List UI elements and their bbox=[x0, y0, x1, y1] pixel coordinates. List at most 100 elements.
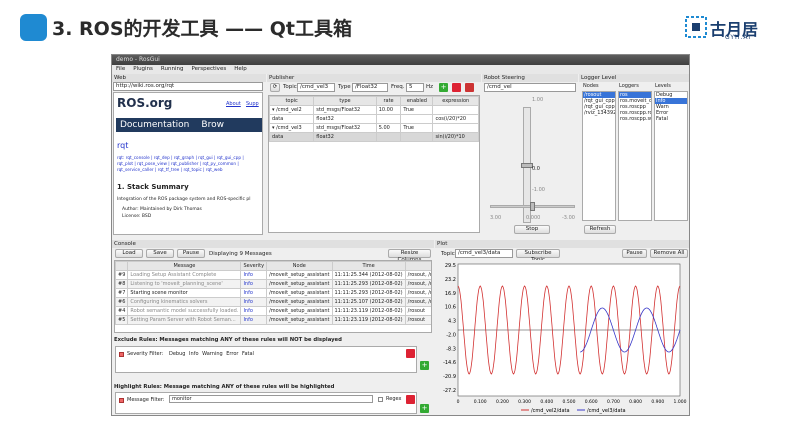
logger-item[interactable]: ros.roscpp.su bbox=[619, 116, 651, 122]
console-load-button[interactable]: Load bbox=[115, 249, 143, 258]
console-cell: Robot semantic model successfully loaded… bbox=[127, 306, 242, 316]
console-cell: 11:11:25.107 (2012-08-02) bbox=[331, 297, 406, 307]
console-col-header[interactable] bbox=[115, 261, 129, 271]
plot-chart[interactable]: 29.5 23.2 16.9 10.6 4.3 -2.0 -8.3 -14.6 -20.9 -27… bbox=[436, 260, 690, 416]
console-row[interactable]: #5 Setting Param Server with Robot Seman.… bbox=[115, 315, 431, 325]
message-filter-input[interactable]: monitor bbox=[169, 395, 373, 403]
menu-plugins[interactable]: Plugins bbox=[133, 66, 153, 72]
publisher-topic-input[interactable]: /cmd_vel3 bbox=[297, 83, 335, 92]
steer-stop-button[interactable]: Stop bbox=[514, 225, 550, 234]
publisher-col-header[interactable]: topic bbox=[269, 96, 315, 106]
console-cell: /moveit_setup_assistant bbox=[266, 315, 333, 325]
refresh-icon[interactable]: ⟳ bbox=[270, 83, 280, 92]
console-cell: #8 bbox=[115, 279, 129, 289]
exclude-rules-box: Severity Filter: Debug Info Warning Erro… bbox=[115, 346, 417, 373]
angular-slider-handle[interactable] bbox=[530, 202, 535, 211]
banner-browse[interactable]: Brow bbox=[201, 120, 224, 130]
remove-publisher-icon[interactable] bbox=[452, 83, 461, 92]
publisher-col-header[interactable]: type bbox=[313, 96, 377, 106]
y-tick-label: -8.3 bbox=[446, 346, 456, 352]
publisher-type-input[interactable]: /Float32 bbox=[352, 83, 388, 92]
levels-list[interactable]: Debug Info Warn Error Fatal bbox=[654, 91, 688, 221]
console-row[interactable]: #4 Robot semantic model successfully load… bbox=[115, 306, 431, 316]
logger-pane-header: Logger Level bbox=[579, 74, 689, 82]
publisher-row[interactable]: ▾ /cmd_vel3 std_msgs/Float32 5.00 True bbox=[269, 123, 479, 133]
console-cell: 11:11:23.119 (2012-08-02) bbox=[331, 306, 406, 316]
web-pkg-links[interactable]: rqt: rqt_console | rqt_dep | rqt_graph |… bbox=[117, 155, 244, 173]
publisher-cell: cos(i/20)*20 bbox=[432, 114, 479, 124]
brand-grid-icon bbox=[685, 16, 707, 38]
nodes-label: Nodes bbox=[583, 83, 599, 89]
legend-label: /cmd_vel2/data bbox=[531, 408, 570, 414]
console-cell: 11:11:23.119 (2012-08-02) bbox=[331, 315, 406, 325]
publisher-col-header[interactable]: rate bbox=[375, 96, 402, 106]
steering-topic-input[interactable]: /cmd_vel bbox=[484, 83, 576, 92]
console-row[interactable]: #9 Loading Setup Assistant Complete Info/m… bbox=[115, 270, 431, 280]
plot-pause-button[interactable]: Pause bbox=[622, 249, 647, 258]
severity-filter-checkbox[interactable] bbox=[119, 352, 124, 357]
publisher-freq-input[interactable]: 5 bbox=[406, 83, 424, 92]
console-col-header[interactable]: Time bbox=[331, 261, 406, 271]
subscribe-topic-button[interactable]: Subscribe Topic bbox=[516, 249, 560, 263]
severity-options[interactable]: Debug Info Warning Error Fatal bbox=[169, 351, 254, 357]
add-publisher-icon[interactable]: + bbox=[439, 83, 448, 92]
publisher-cell: float32 bbox=[313, 114, 377, 124]
publisher-cell: std_msgs/Float32 bbox=[313, 105, 377, 115]
console-pause-button[interactable]: Pause bbox=[177, 249, 205, 258]
console-displaying: Displaying 9 Messages bbox=[209, 251, 272, 257]
menu-running[interactable]: Running bbox=[161, 66, 184, 72]
console-save-button[interactable]: Save bbox=[146, 249, 174, 258]
add-exclude-rule-icon[interactable]: + bbox=[420, 361, 429, 370]
node-item[interactable]: /rviz_134392 bbox=[583, 110, 615, 116]
publisher-row[interactable]: ▾ /cmd_vel2 std_msgs/Float32 10.00 True bbox=[269, 105, 479, 115]
link-about[interactable]: About bbox=[226, 101, 241, 107]
console-cell: Info bbox=[240, 315, 268, 325]
message-filter-checkbox[interactable] bbox=[119, 398, 124, 403]
console-col-header[interactable]: Message bbox=[127, 261, 242, 271]
remove-highlight-rule-icon[interactable] bbox=[406, 395, 415, 404]
console-row[interactable]: #7 Starting scene monitor Info/moveit_setu… bbox=[115, 288, 431, 298]
clear-publisher-icon[interactable] bbox=[465, 83, 474, 92]
publisher-col-header[interactable]: enabled bbox=[400, 96, 434, 106]
menubar: File Plugins Running Perspectives Help bbox=[112, 65, 689, 74]
add-highlight-rule-icon[interactable]: + bbox=[420, 404, 429, 413]
menu-file[interactable]: File bbox=[116, 66, 125, 72]
console-cell: /rosout, /move bbox=[404, 279, 431, 289]
publisher-cell: data bbox=[269, 132, 315, 142]
rosgui-window: demo - RosGui File Plugins Running Perspect… bbox=[111, 54, 690, 416]
console-row[interactable]: #8 Listening to 'moveit_planning_scene' In… bbox=[115, 279, 431, 289]
publisher-row[interactable]: data float32 sin(i/20)*10 bbox=[269, 132, 479, 142]
console-col-header[interactable] bbox=[404, 261, 431, 271]
steer-min-value: -1.00 bbox=[532, 187, 545, 193]
regex-checkbox[interactable] bbox=[378, 397, 383, 402]
publisher-cell: 10.00 bbox=[375, 105, 402, 115]
web-view: ROS.org About Supp Documentation Brow rqt… bbox=[113, 92, 263, 235]
publisher-cell: std_msgs/Float32 bbox=[313, 123, 377, 133]
plot-topic-input[interactable]: /cmd_vel3/data bbox=[455, 249, 513, 258]
level-item[interactable]: Fatal bbox=[655, 116, 687, 122]
y-tick-label: 23.2 bbox=[445, 277, 456, 283]
console-col-header[interactable]: Node bbox=[266, 261, 333, 271]
console-cell: 11:11:25.293 (2012-08-02) bbox=[331, 288, 406, 298]
remove-all-button[interactable]: Remove All bbox=[650, 249, 688, 258]
loggers-list[interactable]: rosros.moveit_coros.roscppros.roscpp.ror… bbox=[618, 91, 652, 221]
menu-help[interactable]: Help bbox=[234, 66, 247, 72]
menu-perspectives[interactable]: Perspectives bbox=[191, 66, 226, 72]
logger-refresh-button[interactable]: Refresh bbox=[584, 225, 616, 234]
web-section-title: 1. Stack Summary bbox=[117, 183, 189, 191]
web-url-field[interactable]: http://wiki.ros.org/rqt bbox=[113, 82, 263, 91]
ros-logo: ROS.org bbox=[117, 96, 173, 110]
publisher-pane-header: Publisher bbox=[267, 74, 481, 82]
nodes-list[interactable]: /rosout/rqt_gui_cpp/rqt_gui_cpp/rviz_134… bbox=[582, 91, 616, 221]
remove-exclude-rule-icon[interactable] bbox=[406, 349, 415, 358]
console-row[interactable]: #6 Configuring kinematics solvers Info/mov… bbox=[115, 297, 431, 307]
banner-documentation[interactable]: Documentation bbox=[120, 120, 189, 130]
link-support[interactable]: Supp bbox=[246, 101, 259, 107]
console-cell: /rosout bbox=[404, 315, 431, 325]
message-filter-label: Message Filter: bbox=[127, 397, 165, 403]
publisher-row[interactable]: data float32 cos(i/20)*20 bbox=[269, 114, 479, 124]
x-tick-label: 0 bbox=[457, 399, 460, 405]
resize-columns-button[interactable]: Resize Columns bbox=[388, 249, 431, 263]
publisher-col-header[interactable]: expression bbox=[432, 96, 479, 106]
console-col-header[interactable]: Severity bbox=[240, 261, 268, 271]
